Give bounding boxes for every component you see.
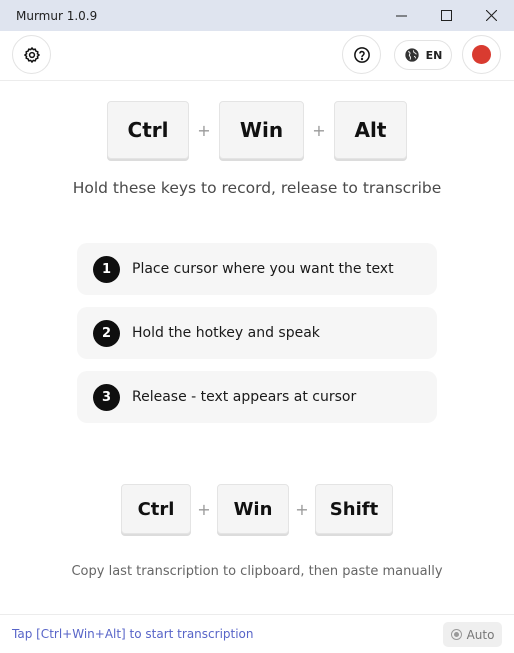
step-item: 3 Release - text appears at cursor [77,371,437,423]
hotkey-plus: + [197,120,211,140]
hotkey-key-win: Win [217,484,289,534]
record-hotkey: Ctrl + Win + Alt [0,101,514,159]
maximize-button[interactable] [424,0,469,31]
close-button[interactable] [469,0,514,31]
hotkey-key-shift: Shift [315,484,393,534]
status-text: Tap [Ctrl+Win+Alt] to start transcriptio… [12,627,254,641]
mode-label: Auto [466,627,495,642]
hotkey-plus: + [197,499,211,519]
radio-dot-icon [450,629,462,640]
help-button[interactable] [342,35,381,74]
minimize-button[interactable] [379,0,424,31]
record-hotkey-caption: Hold these keys to record, release to tr… [72,179,442,197]
copy-hotkey-caption: Copy last transcription to clipboard, th… [71,564,443,579]
step-text: Hold the hotkey and speak [132,325,320,341]
close-icon [486,10,497,21]
step-number-badge: 2 [93,319,120,347]
hotkey-key-ctrl: Ctrl [121,484,191,534]
record-button[interactable] [462,35,501,74]
hotkey-key-win: Win [219,101,304,159]
language-label: EN [425,48,443,62]
step-number-badge: 1 [93,255,120,283]
minimize-icon [396,15,407,17]
step-text: Place cursor where you want the text [132,261,394,277]
record-indicator-icon [472,45,491,64]
hotkey-plus: + [295,499,309,519]
hotkey-key-alt: Alt [334,101,407,159]
window-title: Murmur 1.0.9 [16,8,98,23]
status-bar: Tap [Ctrl+Win+Alt] to start transcriptio… [0,614,514,653]
step-number-badge: 3 [93,383,120,411]
mode-auto-button[interactable]: Auto [443,622,502,647]
toolbar: EN [0,31,514,81]
settings-button[interactable] [12,35,51,74]
title-bar: Murmur 1.0.9 [0,0,514,31]
gear-icon [23,46,40,63]
copy-hotkey: Ctrl + Win + Shift [0,484,514,534]
hotkey-key-ctrl: Ctrl [107,101,189,159]
maximize-icon [441,10,452,21]
hotkey-plus: + [312,120,326,140]
step-item: 1 Place cursor where you want the text [77,243,437,295]
step-text: Release - text appears at cursor [132,389,357,405]
language-button[interactable]: EN [394,40,452,70]
question-circle-icon [353,46,370,63]
globe-icon [404,48,419,62]
step-item: 2 Hold the hotkey and speak [77,307,437,359]
